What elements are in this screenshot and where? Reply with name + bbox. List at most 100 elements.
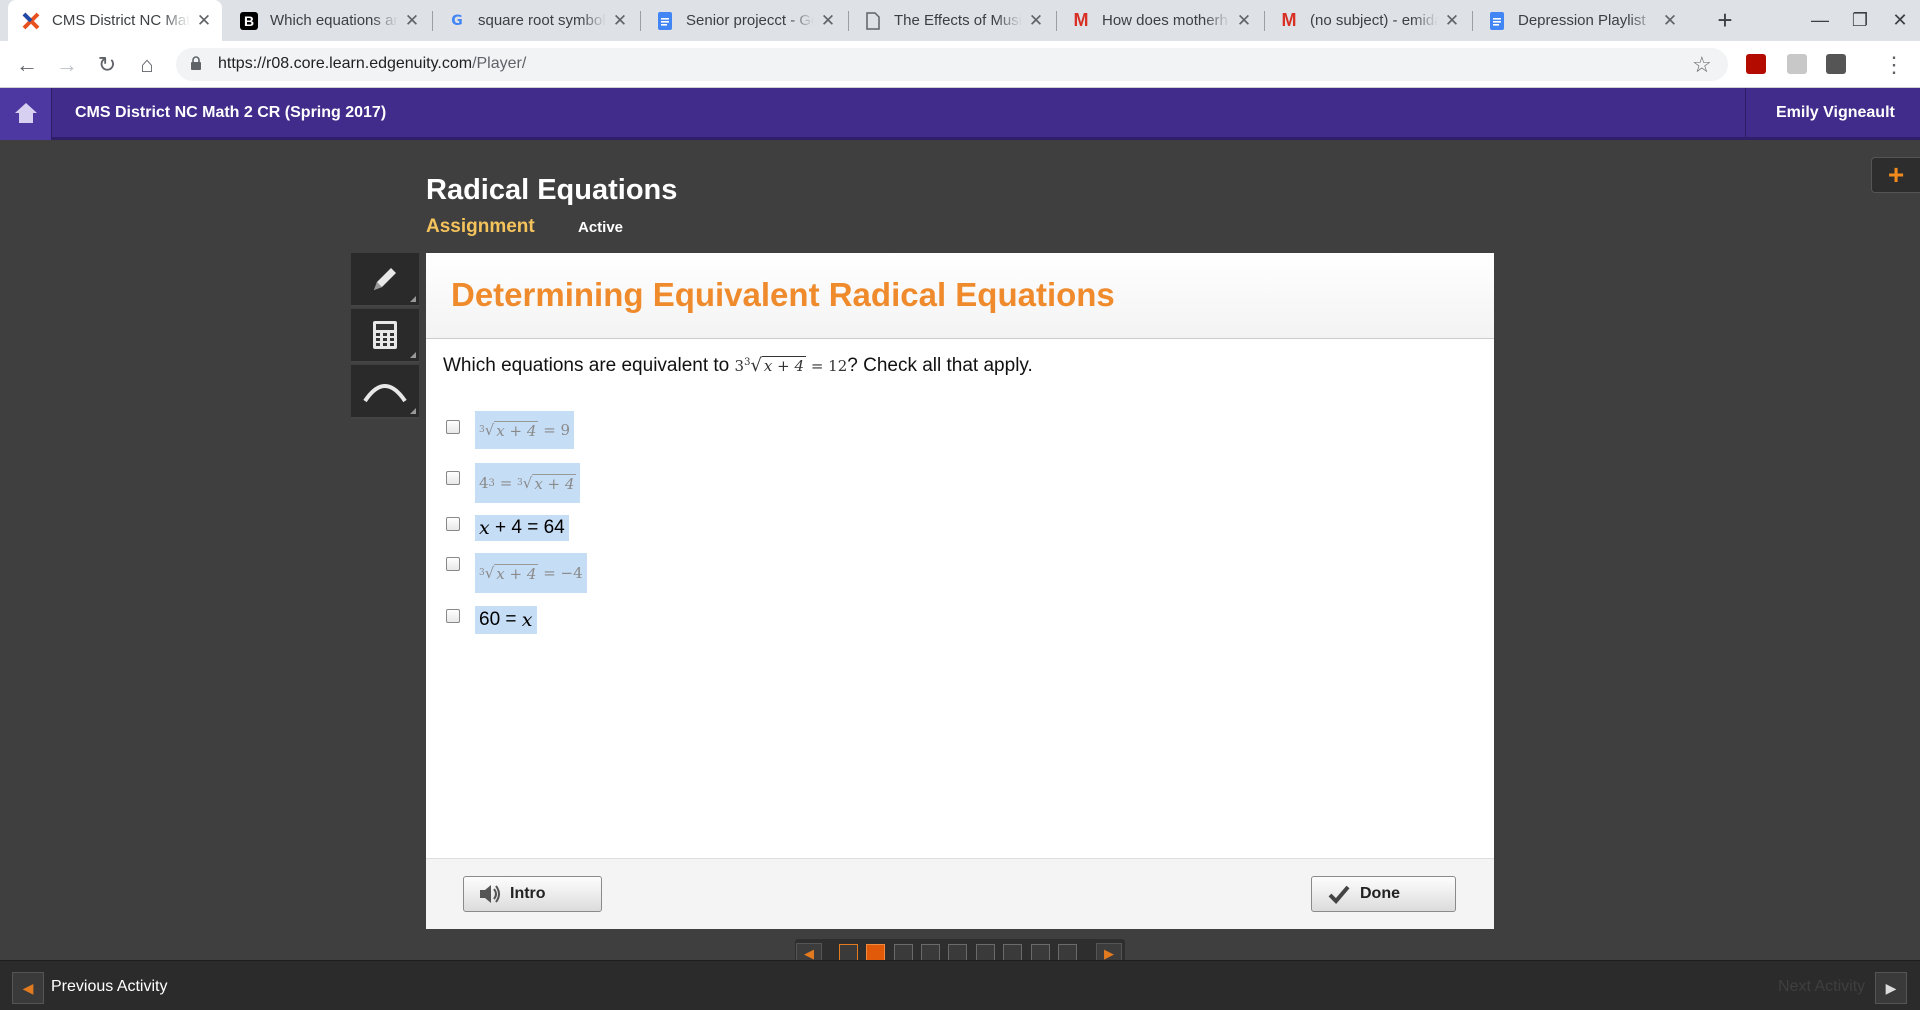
intro-button[interactable]: Intro <box>463 876 602 912</box>
answer-checkbox[interactable] <box>446 609 460 623</box>
tab-title: Which equations are <box>270 12 398 29</box>
lock-icon[interactable] <box>190 56 204 72</box>
done-button[interactable]: Done <box>1311 876 1456 912</box>
tab-separator <box>1056 11 1057 31</box>
tab-separator <box>1472 11 1473 31</box>
edgenuity-x-icon <box>22 12 40 30</box>
docs-icon <box>1488 11 1506 30</box>
course-title: CMS District NC Math 2 CR (Spring 2017) <box>75 104 387 121</box>
answer-label[interactable]: 60 = x <box>475 606 537 634</box>
browser-tab[interactable]: Senior projecct - Go ✕ <box>642 0 846 41</box>
close-tab-icon[interactable]: ✕ <box>1444 11 1460 31</box>
house-icon <box>15 103 37 123</box>
pencil-tool-button[interactable] <box>351 253 419 307</box>
browser-tab[interactable]: M How does motherh ✕ <box>1058 0 1262 41</box>
answer-option[interactable] <box>446 512 460 542</box>
tab-separator <box>640 11 641 31</box>
tab-title: CMS District NC Math <box>52 12 190 29</box>
minimize-icon[interactable]: — <box>1800 0 1840 41</box>
graph-tool-button[interactable] <box>351 365 419 419</box>
url-host: https://r08.core.learn.edgenuity.com <box>218 55 473 72</box>
brainly-b-icon: B <box>240 11 258 30</box>
acrobat-extension-icon[interactable] <box>1746 54 1766 74</box>
tab-title: How does motherh <box>1102 12 1228 29</box>
pencil-icon <box>374 268 396 290</box>
new-tab-button[interactable]: + <box>1710 6 1740 36</box>
answer-label[interactable]: 3 √ x + 4 = 9 <box>475 411 575 449</box>
close-tab-icon[interactable]: ✕ <box>612 11 628 31</box>
answer-checkbox[interactable] <box>446 557 460 571</box>
answer-checkbox[interactable] <box>446 420 460 434</box>
google-g-icon: G <box>451 12 463 29</box>
back-arrow-icon[interactable]: ← <box>12 50 42 80</box>
user-name[interactable]: Emily Vigneault <box>1745 88 1920 140</box>
home-icon[interactable]: ⌂ <box>132 50 162 80</box>
question-expression: 33√ x + 4 = 12 <box>734 355 848 376</box>
activity-type: Assignment <box>426 216 535 237</box>
tab-title: The Effects of Music <box>894 12 1022 29</box>
tab-title: (no subject) - emida <box>1310 12 1438 29</box>
close-tab-icon[interactable]: ✕ <box>1028 11 1044 31</box>
close-tab-icon[interactable]: ✕ <box>404 11 420 31</box>
answer-label[interactable]: 3 √ x + 4 = −4 <box>475 553 587 593</box>
forward-arrow-icon[interactable]: → <box>52 50 82 80</box>
extension-icon[interactable] <box>1787 54 1807 74</box>
url-path: /Player/ <box>472 55 527 72</box>
checkmark-icon <box>1328 885 1350 904</box>
close-tab-icon[interactable]: ✕ <box>1662 11 1678 31</box>
calculator-icon <box>373 321 397 349</box>
tab-separator <box>432 11 433 31</box>
question-suffix: ? Check all that apply. <box>847 355 1033 376</box>
lesson-title: Radical Equations <box>426 174 678 206</box>
activity-title: Determining Equivalent Radical Equations <box>451 276 1115 313</box>
browser-tab[interactable]: Depression Playlist ✕ <box>1474 0 1688 41</box>
browser-tab[interactable]: B Which equations are ✕ <box>226 0 430 41</box>
close-tab-icon[interactable]: ✕ <box>196 11 212 31</box>
intro-label: Intro <box>510 885 546 902</box>
question-prefix: Which equations are equivalent to <box>443 355 730 376</box>
answer-checkbox[interactable] <box>446 517 460 531</box>
previous-activity-icon[interactable]: ◀ <box>12 972 44 1004</box>
browser-tab[interactable]: G square root symbol ✕ <box>434 0 638 41</box>
answer-checkbox[interactable] <box>446 471 460 485</box>
answer-option[interactable] <box>446 415 460 445</box>
tab-title: Senior projecct - Go <box>686 12 814 29</box>
calculator-tool-button[interactable] <box>351 309 419 363</box>
tab-separator <box>848 11 849 31</box>
file-icon <box>864 11 882 30</box>
answer-option[interactable] <box>446 552 460 582</box>
tab-title: Depression Playlist <box>1518 12 1646 29</box>
activity-status: Active <box>578 219 624 236</box>
reload-icon[interactable]: ↻ <box>92 50 122 80</box>
extension-icon[interactable] <box>1826 54 1846 74</box>
browser-tab[interactable]: M (no subject) - emida ✕ <box>1266 0 1470 41</box>
close-window-icon[interactable]: ✕ <box>1880 0 1920 41</box>
browser-tab[interactable]: CMS District NC Math ✕ <box>8 0 222 41</box>
home-button[interactable] <box>0 88 52 140</box>
bottom-nav-bar <box>0 960 1920 1010</box>
answer-label[interactable]: x + 4 = 64 <box>475 515 569 541</box>
tab-separator <box>1264 11 1265 31</box>
tab-title: square root symbol <box>478 12 606 29</box>
close-tab-icon[interactable]: ✕ <box>820 11 836 31</box>
browser-tab[interactable]: The Effects of Music ✕ <box>850 0 1054 41</box>
restore-icon[interactable]: ❐ <box>1840 0 1880 41</box>
previous-activity-label[interactable]: Previous Activity <box>51 978 167 996</box>
gmail-icon: M <box>1281 10 1297 30</box>
done-label: Done <box>1360 885 1400 902</box>
answer-option[interactable] <box>446 466 460 496</box>
more-menu-icon[interactable]: ⋮ <box>1883 52 1905 78</box>
answer-option[interactable] <box>446 604 460 634</box>
bookmark-star-icon[interactable]: ☆ <box>1692 52 1712 78</box>
next-activity-label: Next Activity <box>1778 978 1866 995</box>
plus-icon[interactable]: + <box>1871 157 1920 193</box>
question-text: Which equations are equivalent to 33√ x +… <box>443 355 1033 377</box>
next-activity-icon[interactable]: ▶ <box>1875 972 1907 1004</box>
speaker-icon <box>480 885 500 903</box>
parabola-icon <box>363 384 407 403</box>
url-text: https://r08.core.learn.edgenuity.com/Pla… <box>218 55 526 73</box>
close-tab-icon[interactable]: ✕ <box>1236 11 1252 31</box>
docs-icon <box>656 11 674 30</box>
gmail-icon: M <box>1073 10 1089 30</box>
answer-label[interactable]: 43 = 3 √ x + 4 <box>475 463 581 503</box>
